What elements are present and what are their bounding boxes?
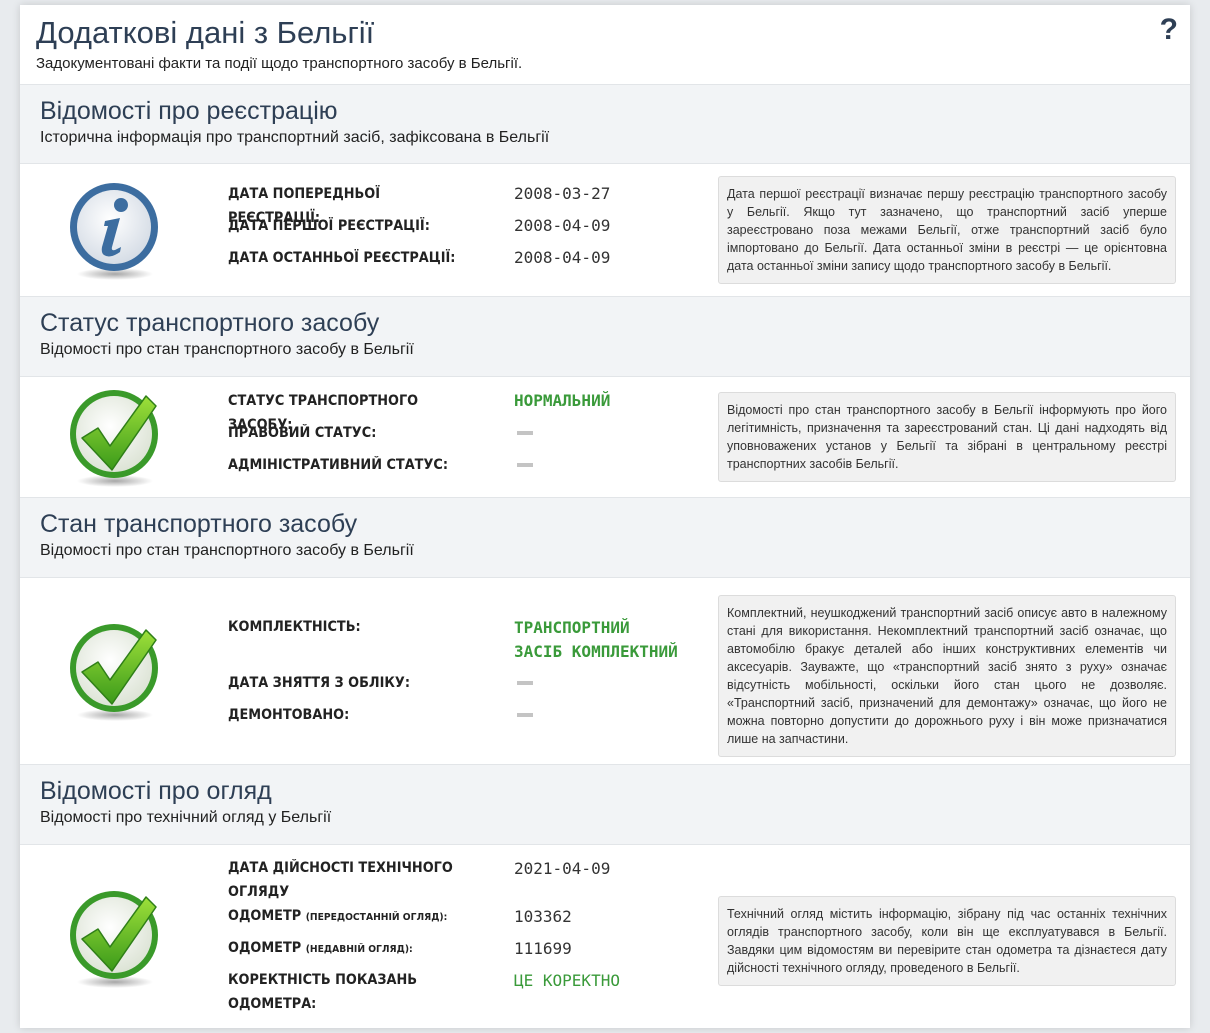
section-title: Статус транспортного засобу [40, 309, 380, 337]
section-subtitle: Відомості про стан транспортного засобу … [40, 542, 414, 559]
empty-value-dash [517, 463, 533, 467]
checkmark-icon [70, 891, 158, 988]
label-last-registration-date: ДАТА ОСТАННЬОЇ РЕЄСТРАЦІЇ: [228, 250, 456, 266]
label-first-registration-date: ДАТА ПЕРШОЇ РЕЄСТРАЦІЇ: [228, 218, 430, 234]
value-last-registration-date: 2008-04-09 [514, 248, 611, 267]
label-odometer-correctness-line1: КОРЕКТНІСТЬ ПОКАЗАНЬ [228, 972, 418, 988]
page-title: Додаткові дані з Бельгії [36, 15, 375, 50]
label-administrative-status: АДМІНІСТРАТИВНИЙ СТАТУС: [228, 457, 449, 473]
status-section-header: Статус транспортного засобу Відомості пр… [20, 296, 1190, 377]
value-odometer-recent: 111699 [514, 939, 572, 958]
label-inspection-validity-date-line2: ОГЛЯДУ [228, 884, 290, 900]
belgium-data-card: Додаткові дані з Бельгії Задокументовані… [20, 5, 1190, 1028]
page-header: Додаткові дані з Бельгії Задокументовані… [20, 5, 1190, 85]
value-vehicle-status: НОРМАЛЬНИЙ [514, 391, 611, 410]
section-title: Стан транспортного засобу [40, 510, 358, 538]
status-info-note: Відомості про стан транспортного засобу … [718, 392, 1176, 482]
section-title: Відомості про реєстрацію [40, 97, 338, 125]
value-previous-registration-date: 2008-03-27 [514, 184, 611, 203]
section-subtitle: Відомості про технічний огляд у Бельгії [40, 809, 332, 826]
inspection-section-header: Відомості про огляд Відомості про техніч… [20, 764, 1190, 845]
condition-section-header: Стан транспортного засобу Відомості про … [20, 497, 1190, 578]
condition-info-note: Комплектний, неушкоджений транспортний з… [718, 595, 1176, 757]
value-odometer-correctness: ЦЕ КОРЕКТНО [514, 971, 620, 990]
section-subtitle: Історична інформація про транспортний за… [40, 129, 550, 146]
value-completeness-line1: ТРАНСПОРТНИЙ [514, 618, 630, 637]
inspection-info-note: Технічний огляд містить інформацію, зібр… [718, 896, 1176, 986]
value-completeness-line2: ЗАСІБ КОМПЛЕКТНИЙ [514, 642, 678, 661]
label-odometer-recent: ОДОМЕТР (НЕДАВНІЙ ОГЛЯД): [228, 940, 413, 956]
section-subtitle: Відомості про стан транспортного засобу … [40, 341, 414, 358]
registration-info-note: Дата першої реєстрації визначає першу ре… [718, 176, 1176, 284]
info-icon [70, 183, 158, 280]
question-mark-icon[interactable]: ? [1160, 13, 1178, 47]
label-legal-status: ПРАВОВИЙ СТАТУС: [228, 425, 377, 441]
label-dismantled: ДЕМОНТОВАНО: [228, 707, 350, 723]
label-odometer-previous: ОДОМЕТР (ПЕРЕДОСТАННІЙ ОГЛЯД): [228, 908, 448, 924]
label-inspection-validity-date-line1: ДАТА ДІЙСНОСТІ ТЕХНІЧНОГО [228, 860, 453, 876]
empty-value-dash [517, 431, 533, 435]
section-title: Відомості про огляд [40, 777, 272, 805]
page-subtitle: Задокументовані факти та події щодо тран… [36, 55, 523, 72]
empty-value-dash [517, 713, 533, 717]
inspection-section-body: ДАТА ДІЙСНОСТІ ТЕХНІЧНОГО ОГЛЯДУ 2021-04… [20, 844, 1190, 1028]
value-odometer-previous: 103362 [514, 907, 572, 926]
value-first-registration-date: 2008-04-09 [514, 216, 611, 235]
checkmark-icon [70, 624, 158, 721]
value-inspection-validity-date: 2021-04-09 [514, 859, 611, 878]
status-section-body: СТАТУС ТРАНСПОРТНОГО ЗАСОБУ: НОРМАЛЬНИЙ … [20, 376, 1190, 496]
label-completeness: КОМПЛЕКТНІСТЬ: [228, 619, 361, 635]
condition-section-body: КОМПЛЕКТНІСТЬ: ТРАНСПОРТНИЙ ЗАСІБ КОМПЛЕ… [20, 577, 1190, 764]
registration-section-header: Відомості про реєстрацію Історична інфор… [20, 84, 1190, 164]
empty-value-dash [517, 681, 533, 685]
label-odometer-correctness-line2: ОДОМЕТРА: [228, 996, 317, 1012]
checkmark-icon [70, 390, 158, 487]
registration-section-body: ДАТА ПОПЕРЕДНЬОЇ РЕЄСТРАЦІЇ: 2008-03-27 … [20, 163, 1190, 295]
label-deregistration-date: ДАТА ЗНЯТТЯ З ОБЛІКУ: [228, 675, 411, 691]
